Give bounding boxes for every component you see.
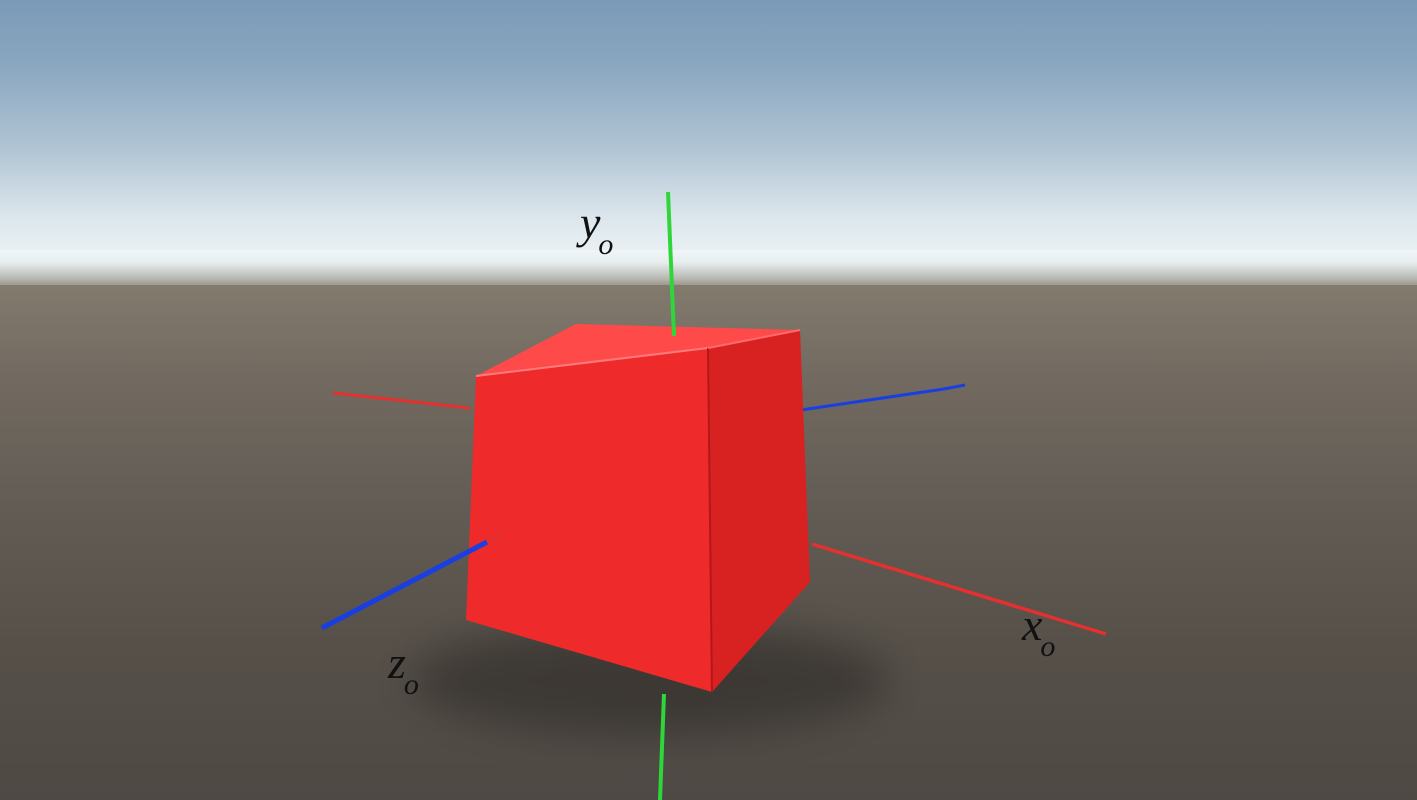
- axis-label-z-sub: o: [404, 668, 419, 701]
- scene-viewport[interactable]: yo xo zo: [0, 0, 1417, 800]
- axis-label-x: xo: [1022, 602, 1057, 656]
- axis-x-front-segment: [812, 544, 1106, 634]
- axis-label-x-sub: o: [1040, 630, 1055, 663]
- axis-z-back-tip: [944, 385, 965, 389]
- axis-y-top-segment: [668, 192, 674, 336]
- axis-z-front-segment: [322, 542, 487, 628]
- scene-overlay: [0, 0, 1417, 800]
- axis-label-y: yo: [580, 200, 615, 254]
- axis-label-z: zo: [388, 640, 421, 694]
- axis-label-y-sub: o: [598, 228, 613, 261]
- axis-z-back-segment: [801, 389, 944, 410]
- axis-x-back-segment: [333, 393, 470, 408]
